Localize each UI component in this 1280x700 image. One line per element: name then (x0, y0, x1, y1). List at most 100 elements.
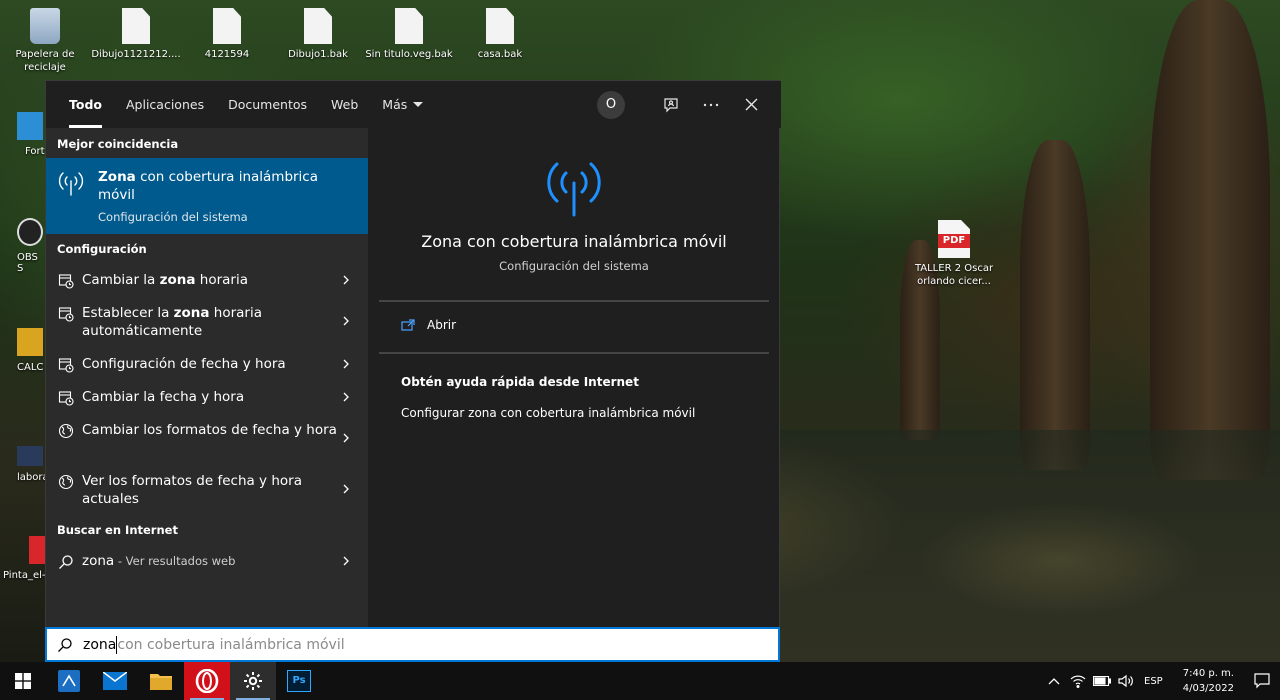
desktop-icon-label: Papelera de reciclaje (15, 49, 75, 73)
search-icon (58, 637, 72, 652)
clock-time: 7:40 p. m. (1182, 668, 1234, 679)
system-tray: ESP 7:40 p. m. 4/03/2022 (1042, 662, 1280, 700)
tree-trunk (1150, 0, 1270, 480)
open-action[interactable]: Abrir (401, 318, 456, 332)
taskbar-app-settings[interactable] (230, 662, 276, 700)
ellipsis-icon (703, 103, 719, 106)
label-bold: zona (173, 305, 210, 321)
app-shortcut-icon (17, 112, 43, 140)
best-match-result[interactable]: Zona con cobertura inalámbrica móvil Con… (46, 158, 368, 234)
desktop-icon-label: 4121594 (204, 49, 250, 60)
chevron-right-icon (343, 556, 349, 566)
taskbar-app-opera[interactable] (184, 662, 230, 700)
show-hidden-icons-button[interactable] (1042, 662, 1066, 700)
clock[interactable]: 7:40 p. m. 4/03/2022 (1183, 666, 1234, 696)
settings-result-label: Cambiar la zona horaria (82, 271, 368, 289)
taskbar-app-mail[interactable] (92, 662, 138, 700)
section-settings: Configuración (57, 242, 147, 256)
language-indicator[interactable]: ESP (1144, 676, 1163, 687)
settings-result[interactable]: Cambiar la fecha y hora (46, 388, 368, 406)
desktop-icon-side[interactable]: OBS S (0, 218, 46, 274)
desktop-icon-label: Dibujo1121212.... (91, 49, 181, 60)
desktop-icon-side[interactable]: CALC (0, 328, 46, 373)
backup-app-icon (58, 670, 80, 692)
tab-aplicaciones[interactable]: Aplicaciones (114, 81, 216, 128)
desktop-icon-pdf[interactable]: PDF TALLER 2 Oscar orlando cicer... (909, 220, 999, 288)
divider (379, 352, 769, 354)
start-button[interactable] (0, 662, 46, 700)
desktop-icon-label: Dibujo1.bak (288, 49, 348, 60)
label-part: Establecer la (82, 305, 174, 321)
search-input[interactable]: zona con cobertura inalámbrica móvil (45, 627, 780, 662)
chevron-down-icon (413, 102, 424, 107)
web-search-result[interactable]: zona - Ver resultados web (46, 552, 368, 570)
region-icon (58, 474, 74, 490)
photoshop-label: Ps (292, 675, 306, 686)
notifications-button[interactable] (1244, 662, 1280, 700)
search-icon (59, 555, 73, 569)
desktop-icon-side[interactable]: Pinta_el- (0, 536, 55, 581)
tab-documentos[interactable]: Documentos (216, 81, 319, 128)
feedback-icon (664, 97, 678, 112)
mobile-hotspot-icon (547, 162, 601, 217)
settings-result[interactable]: Establecer la zona horaria automáticamen… (46, 304, 368, 340)
desktop-icon-file[interactable]: Dibujo1.bak (273, 8, 363, 61)
obs-icon (17, 218, 43, 246)
battery-button[interactable] (1090, 662, 1114, 700)
chevron-right-icon (343, 275, 349, 285)
mobile-hotspot-icon (58, 172, 84, 196)
desktop-icon-label: Sin titulo.veg.bak (365, 49, 453, 60)
chevron-right-icon (343, 484, 349, 494)
desktop-icon-side[interactable]: Fort (0, 112, 46, 157)
settings-result-label: Ver los formatos de fecha y hora actuale… (82, 473, 302, 507)
desktop-icon-file[interactable]: casa.bak (455, 8, 545, 61)
folder-icon (17, 328, 43, 356)
start-icon (15, 673, 31, 689)
calendar-clock-icon (58, 391, 74, 406)
best-match-title: Zona con cobertura inalámbrica móvil (98, 168, 338, 204)
pdf-badge: PDF (938, 234, 970, 248)
calendar-clock-icon (58, 274, 74, 289)
taskbar-app-photoshop[interactable]: Ps (276, 662, 322, 700)
river (780, 430, 1280, 662)
settings-result-label: Establecer la zona horaria automáticamen… (82, 304, 368, 340)
opera-icon (195, 669, 219, 693)
search-suggestion: con cobertura inalámbrica móvil (117, 636, 345, 653)
label-part: Cambiar la (82, 272, 160, 288)
help-link[interactable]: Configurar zona con cobertura inalámbric… (401, 406, 695, 420)
settings-result[interactable]: Configuración de fecha y hora (46, 355, 368, 373)
clock-date: 4/03/2022 (1182, 683, 1234, 694)
volume-button[interactable] (1114, 662, 1138, 700)
mail-icon (103, 672, 127, 690)
avatar[interactable]: O (597, 90, 625, 119)
close-icon (745, 98, 757, 111)
network-button[interactable] (1066, 662, 1090, 700)
desktop-icon-side[interactable]: labora (0, 446, 49, 483)
open-icon (401, 319, 415, 331)
settings-result[interactable]: Cambiar los formatos de fecha y hora (46, 421, 368, 443)
close-button[interactable] (731, 81, 771, 128)
tab-mas[interactable]: Más (370, 81, 435, 128)
calendar-clock-icon (58, 307, 74, 322)
feedback-button[interactable] (651, 81, 691, 128)
desktop-icon-file[interactable]: 4121594 (182, 8, 272, 61)
search-tabs: Todo Aplicaciones Documentos Web Más O (46, 81, 781, 128)
photoshop-icon: Ps (287, 670, 311, 692)
more-options-button[interactable] (691, 81, 731, 128)
desktop-icon-label: Fort (25, 146, 45, 157)
settings-result[interactable]: Ver los formatos de fecha y hora actuale… (46, 472, 368, 508)
pdf-icon: PDF (938, 220, 970, 258)
best-match-title-bold: Zona (98, 169, 136, 185)
taskbar-app-file-explorer[interactable] (138, 662, 184, 700)
desktop-icon-label: casa.bak (477, 49, 523, 60)
settings-result[interactable]: Cambiar la zona horaria (46, 271, 368, 289)
desktop-icon-file[interactable]: Sin titulo.veg.bak (364, 8, 454, 61)
desktop-icon-file[interactable]: Dibujo1121212.... (91, 8, 181, 61)
file-icon (304, 8, 332, 44)
desktop-icon-recycle-bin[interactable]: Papelera de reciclaje (0, 8, 90, 74)
calendar-clock-icon (58, 358, 74, 373)
tab-todo[interactable]: Todo (57, 81, 114, 128)
tab-web[interactable]: Web (319, 81, 370, 128)
taskbar-app-backup[interactable] (46, 662, 92, 700)
preview-subtitle: Configuración del sistema (499, 259, 649, 273)
